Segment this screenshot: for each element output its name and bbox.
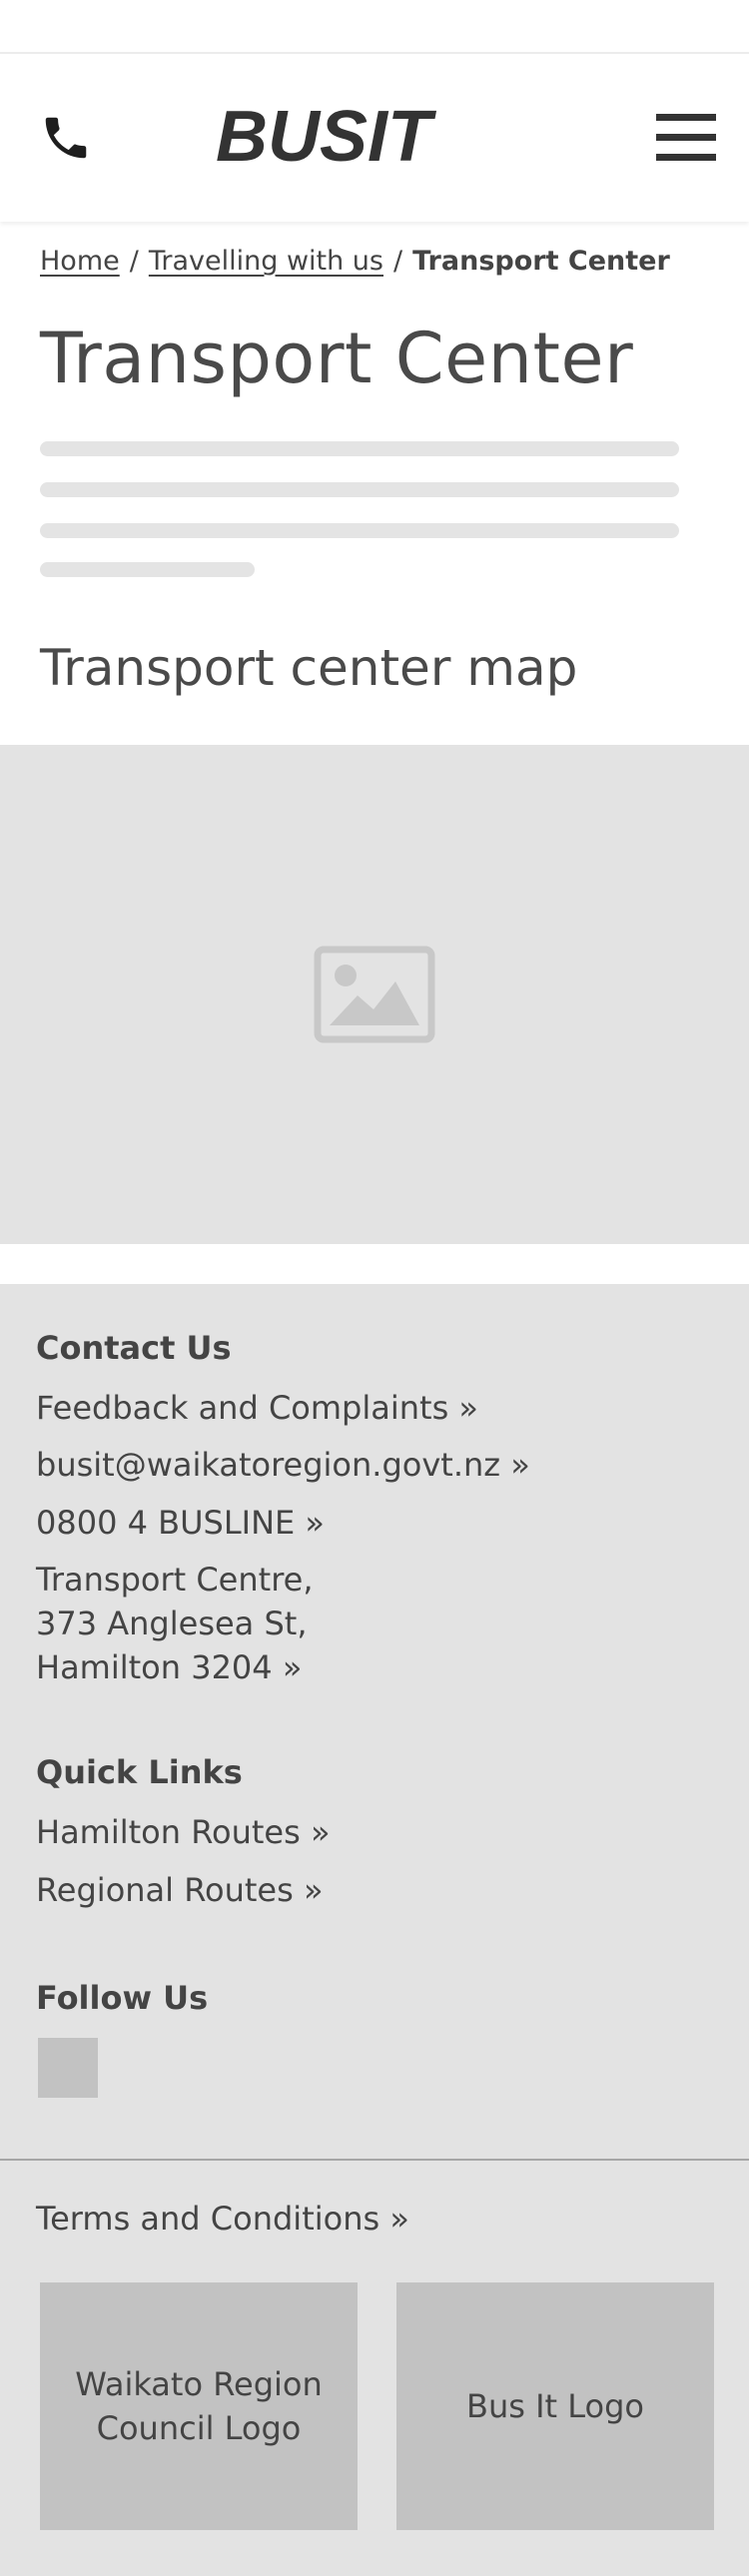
- busit-logo[interactable]: BUSIT: [216, 103, 535, 173]
- transport-center-map[interactable]: [0, 745, 749, 1244]
- breadcrumb-separator: /: [129, 246, 139, 277]
- top-strip: [0, 0, 749, 54]
- regional-routes-link[interactable]: Regional Routes »: [36, 1871, 324, 1909]
- text-placeholder-line: [40, 562, 255, 577]
- breadcrumb-separator: /: [393, 246, 403, 277]
- site-header: BUSIT: [0, 54, 749, 222]
- breadcrumb: Home / Travelling with us / Transport Center: [40, 246, 670, 277]
- follow-us-heading: Follow Us: [36, 1979, 209, 2017]
- text-placeholder-line: [40, 441, 679, 456]
- contact-heading: Contact Us: [36, 1329, 232, 1367]
- phone-icon: [45, 117, 87, 159]
- text-placeholder-line: [40, 523, 679, 538]
- breadcrumb-travelling[interactable]: Travelling with us: [149, 246, 383, 277]
- logo-placeholder-label: Bus It Logo: [466, 2387, 644, 2425]
- feedback-link[interactable]: Feedback and Complaints »: [36, 1389, 478, 1427]
- bus-it-logo[interactable]: Bus It Logo: [396, 2282, 714, 2530]
- page-title: Transport Center: [40, 318, 634, 399]
- logo-text: BUSIT: [216, 103, 437, 173]
- site-footer: Contact Us Feedback and Complaints » bus…: [0, 1284, 749, 2576]
- email-link[interactable]: busit@waikatoregion.govt.nz »: [36, 1446, 530, 1484]
- busit-logo-image: BUSIT: [216, 103, 437, 173]
- text-placeholder-line: [40, 482, 679, 497]
- logo-placeholder-label: Waikato Region Council Logo: [75, 2365, 323, 2447]
- phone-button[interactable]: [36, 108, 96, 168]
- waikato-region-council-logo[interactable]: Waikato Region Council Logo: [40, 2282, 358, 2530]
- breadcrumb-home[interactable]: Home: [40, 246, 120, 277]
- phone-link[interactable]: 0800 4 BUSLINE »: [36, 1504, 325, 1542]
- image-placeholder-icon: [314, 946, 435, 1043]
- terms-link[interactable]: Terms and Conditions »: [36, 2200, 409, 2238]
- quick-links-heading: Quick Links: [36, 1753, 243, 1791]
- address-line-3[interactable]: Hamilton 3204 »: [36, 1648, 302, 1686]
- social-icon[interactable]: [38, 2038, 98, 2098]
- map-heading: Transport center map: [40, 639, 578, 697]
- address-line-1[interactable]: Transport Centre,: [36, 1561, 314, 1599]
- hamburger-menu-icon: [656, 114, 716, 161]
- hamilton-routes-link[interactable]: Hamilton Routes »: [36, 1813, 331, 1851]
- menu-button[interactable]: [655, 107, 717, 169]
- breadcrumb-current: Transport Center: [412, 246, 670, 277]
- address-line-2[interactable]: 373 Anglesea St,: [36, 1605, 307, 1642]
- footer-divider: [0, 2159, 749, 2161]
